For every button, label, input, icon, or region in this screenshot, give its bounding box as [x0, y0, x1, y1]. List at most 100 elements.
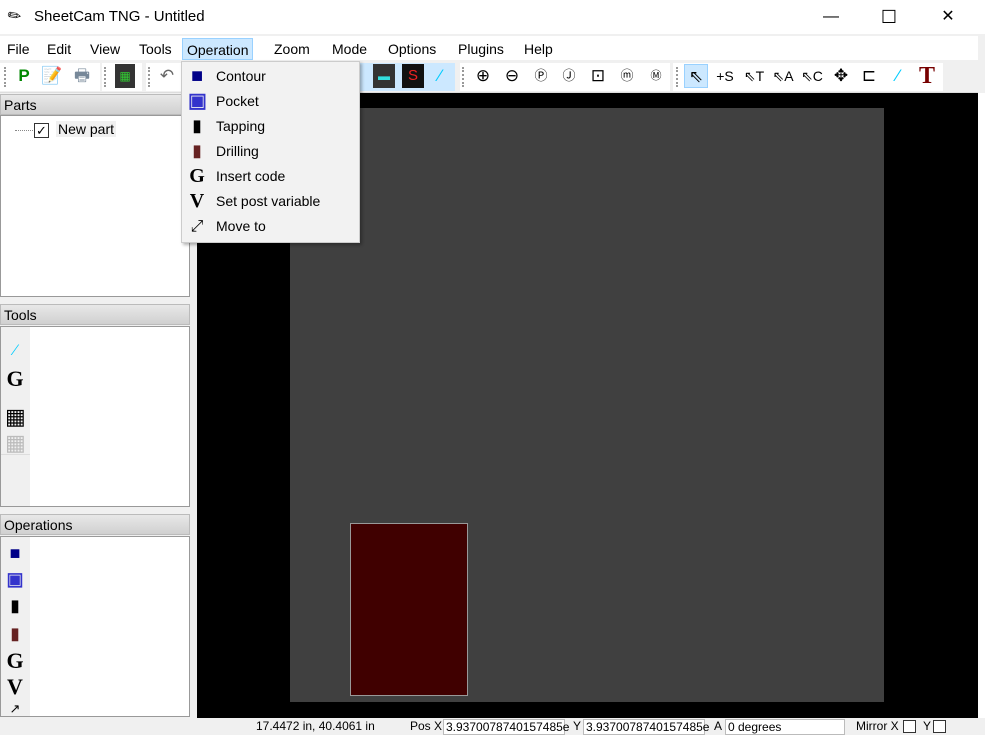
- menu-item-drilling[interactable]: ▮ Drilling: [182, 139, 359, 164]
- status-bar: 17.4472 in, 40.4061 in Pos X 3.937007874…: [0, 718, 985, 735]
- post-variable-icon: V: [189, 190, 205, 212]
- mirror-x-label: Mirror X: [856, 719, 899, 733]
- contour-icon: ■: [190, 65, 204, 87]
- menu-item-contour[interactable]: ■ Contour: [182, 64, 359, 89]
- tool-icon[interactable]: ⁄: [886, 64, 910, 88]
- right-panel-edge: [978, 93, 985, 718]
- tools-list: ⁄ G ▦ ▦: [0, 326, 190, 507]
- angle-input[interactable]: 0 degrees: [725, 719, 845, 735]
- tapping-icon: ▮: [192, 118, 202, 135]
- menu-tools[interactable]: Tools: [135, 38, 176, 60]
- zoom-sheet-icon[interactable]: ⊡: [586, 64, 610, 88]
- pos-y-input[interactable]: 3.9370078740157485e: [583, 719, 709, 735]
- menu-item-move-to[interactable]: ⤢ Move to: [182, 214, 359, 239]
- menu-edit[interactable]: Edit: [43, 38, 75, 60]
- menu-zoom[interactable]: Zoom: [270, 38, 314, 60]
- menu-bar: File Edit View Tools Operation Zoom Mode…: [0, 36, 978, 60]
- select-t-icon[interactable]: ⇖T: [742, 64, 766, 88]
- menu-item-insert-code[interactable]: G Insert code: [182, 164, 359, 189]
- drilling-icon: ▮: [192, 143, 202, 160]
- pos-x-input[interactable]: 3.9370078740157485e: [443, 719, 569, 735]
- tapping-icon[interactable]: ▮: [5, 595, 25, 619]
- edit-code-button[interactable]: 📝: [40, 64, 64, 88]
- zoom-in-icon[interactable]: ⊕: [471, 64, 495, 88]
- label: T: [755, 68, 765, 84]
- post-variable-icon[interactable]: V: [5, 675, 25, 699]
- mirror-y-checkbox[interactable]: [933, 720, 946, 733]
- window-title: SheetCam TNG - Untitled: [34, 8, 205, 25]
- menu-help[interactable]: Help: [520, 38, 557, 60]
- drilling-icon[interactable]: ▮: [5, 623, 25, 647]
- app-icon: ✎: [4, 5, 26, 28]
- new-tool-icon[interactable]: ⁄: [5, 339, 25, 363]
- tool-table-icon[interactable]: ▦: [5, 405, 26, 429]
- label: Drilling: [216, 143, 259, 159]
- tool-table-disabled-icon: ▦: [5, 430, 26, 455]
- post-process-button[interactable]: P: [12, 64, 36, 88]
- tree-line: [15, 130, 33, 131]
- operations-panel-header: Operations: [0, 514, 190, 535]
- toolbar-grip[interactable]: [104, 67, 107, 87]
- code-tool-icon[interactable]: G: [5, 367, 25, 391]
- tools-panel-header: Tools: [0, 304, 190, 325]
- set-start-icon[interactable]: +S: [713, 64, 737, 88]
- label: A: [784, 68, 794, 84]
- parts-panel-header: Parts: [0, 94, 190, 115]
- text-tool-icon[interactable]: T: [915, 64, 939, 88]
- menu-file[interactable]: File: [3, 38, 34, 60]
- pocket-icon[interactable]: ▣: [5, 567, 25, 591]
- mirror-y-label: Y: [923, 719, 932, 733]
- operation-menu-dropdown: ■ Contour ▣ Pocket ▮ Tapping ▮ Drilling G Ins…: [181, 61, 360, 243]
- menu-view[interactable]: View: [86, 38, 124, 60]
- part-checkbox[interactable]: ✓: [34, 123, 49, 138]
- menu-item-tapping[interactable]: ▮ Tapping: [182, 114, 359, 139]
- resize-icon[interactable]: ⊏: [857, 64, 881, 88]
- label: Contour: [216, 68, 266, 84]
- label: S: [724, 68, 734, 84]
- tree-item-new-part[interactable]: New part: [56, 121, 117, 137]
- start-point-button[interactable]: S: [402, 64, 424, 88]
- zoom-part-icon[interactable]: Ⓟ: [529, 64, 553, 88]
- menu-options[interactable]: Options: [384, 38, 440, 60]
- print-button[interactable]: 🖶: [70, 64, 94, 88]
- select-a-icon[interactable]: ⇖A: [771, 64, 795, 88]
- toolbar-grip[interactable]: [4, 67, 7, 87]
- undo-button[interactable]: ↶: [155, 64, 179, 88]
- menu-operation[interactable]: Operation: [182, 38, 254, 60]
- menu-mode[interactable]: Mode: [328, 38, 371, 60]
- zoom-out-icon[interactable]: ⊖: [500, 64, 524, 88]
- sheet-view-button[interactable]: ▬: [373, 64, 395, 88]
- toolbar: P 📝 🖶 ▦ ↶ ▬ S ⁄ ⊕ ⊖ Ⓟ Ⓙ ⊡ ⓜ Ⓜ ⇖ +S ⇖T ⇖A…: [0, 61, 978, 93]
- toolbar-grip[interactable]: [676, 67, 679, 87]
- toolbar-grip[interactable]: [462, 67, 465, 87]
- move-icon[interactable]: ✥: [829, 64, 853, 88]
- maximize-button[interactable]: ☐: [866, 0, 912, 34]
- toolbar-grip[interactable]: [148, 67, 151, 87]
- parts-tree: ✓ New part: [0, 115, 190, 297]
- select-tool-icon[interactable]: ⇖: [684, 64, 708, 88]
- menu-item-set-post-variable[interactable]: V Set post variable: [182, 189, 359, 214]
- angle-label: A: [714, 719, 723, 733]
- part-shape[interactable]: [350, 523, 468, 696]
- zoom-job-icon[interactable]: Ⓙ: [557, 64, 581, 88]
- label: Move to: [216, 218, 266, 234]
- pos-x-label: Pos X: [410, 719, 443, 733]
- minimize-button[interactable]: —: [808, 0, 854, 34]
- menu-plugins[interactable]: Plugins: [454, 38, 508, 60]
- label: Tapping: [216, 118, 266, 134]
- calculator-button[interactable]: ▦: [115, 64, 135, 88]
- tool-path-button[interactable]: ⁄: [428, 64, 452, 88]
- contour-icon[interactable]: ■: [5, 541, 25, 565]
- insert-code-icon[interactable]: G: [5, 649, 25, 673]
- operations-list: ■ ▣ ▮ ▮ G V ↗: [0, 536, 190, 717]
- label: Set post variable: [216, 193, 321, 209]
- pos-y-label: Y: [573, 719, 582, 733]
- select-c-icon[interactable]: ⇖C: [800, 64, 824, 88]
- mirror-x-checkbox[interactable]: [903, 720, 916, 733]
- menu-item-pocket[interactable]: ▣ Pocket: [182, 89, 359, 114]
- zoom-m-icon[interactable]: ⓜ: [615, 64, 639, 88]
- zoom-mc-icon[interactable]: Ⓜ: [644, 64, 668, 88]
- close-button[interactable]: ✕: [925, 0, 971, 34]
- insert-code-icon: G: [189, 165, 205, 187]
- label: Pocket: [216, 93, 259, 109]
